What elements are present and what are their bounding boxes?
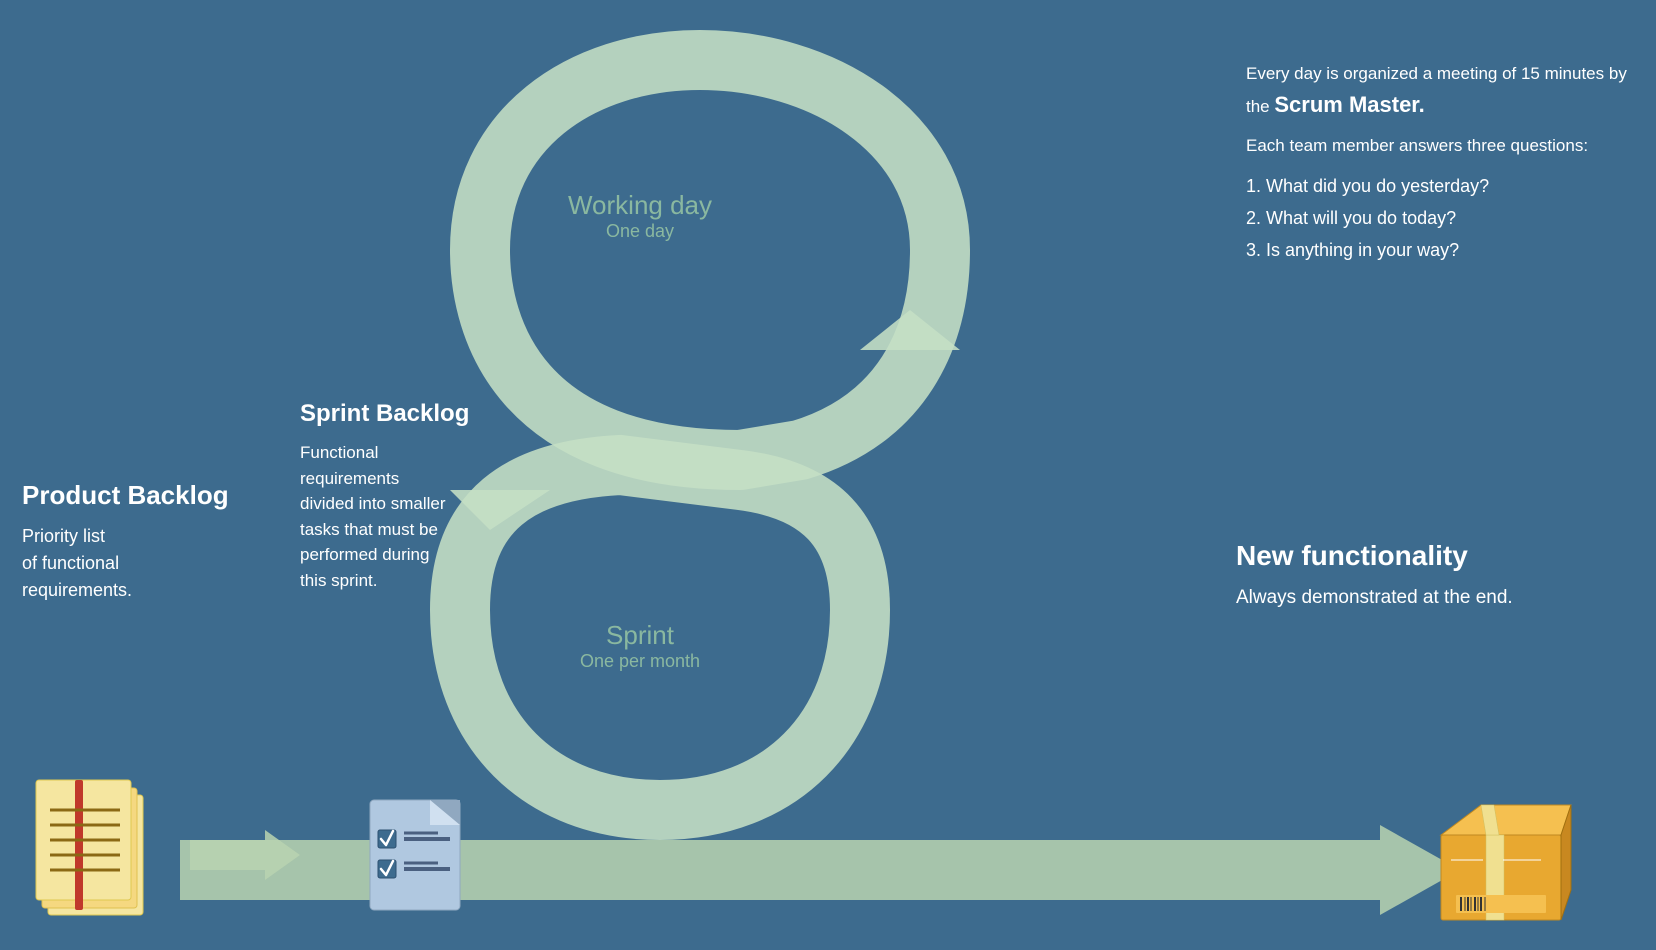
sprint-title: Sprint: [540, 620, 740, 651]
working-day-subtitle: One day: [540, 221, 740, 242]
new-functionality-heading: New functionality: [1236, 540, 1576, 572]
sprint-backlog-desc: Functionalrequirementsdivided into small…: [300, 440, 520, 593]
product-backlog-heading: Product Backlog: [22, 480, 252, 511]
daily-scrum-section: Every day is organized a meeting of 15 m…: [1246, 60, 1646, 277]
sprint-subtitle: One per month: [540, 651, 740, 672]
question-2: 2. What will you do today?: [1246, 208, 1456, 228]
daily-scrum-team-info: Each team member answers three questions…: [1246, 132, 1646, 159]
package-box-icon: [1431, 780, 1581, 935]
checklist-icon: [360, 780, 480, 930]
daily-scrum-intro: Every day is organized a meeting of 15 m…: [1246, 60, 1646, 122]
working-day-title: Working day: [540, 190, 740, 221]
main-container: Working day One day Sprint One per month…: [0, 0, 1656, 950]
working-day-label: Working day One day: [540, 190, 740, 242]
new-functionality-desc: Always demonstrated at the end.: [1236, 584, 1576, 613]
product-backlog-section: Product Backlog Priority listof function…: [22, 480, 252, 604]
question-3: 3. Is anything in your way?: [1246, 240, 1459, 260]
document-stack-icon: [30, 770, 170, 930]
sprint-backlog-section: Sprint Backlog Functionalrequirementsdiv…: [300, 400, 520, 593]
small-arrow-1: [190, 825, 300, 885]
scrum-master-label: Scrum Master.: [1274, 92, 1424, 117]
daily-scrum-questions: 1. What did you do yesterday? 2. What wi…: [1246, 170, 1646, 267]
new-functionality-section: New functionality Always demonstrated at…: [1236, 540, 1576, 613]
sprint-backlog-heading: Sprint Backlog: [300, 400, 520, 428]
product-backlog-desc: Priority listof functionalrequirements.: [22, 523, 252, 604]
sprint-label: Sprint One per month: [540, 620, 740, 672]
question-1: 1. What did you do yesterday?: [1246, 176, 1489, 196]
